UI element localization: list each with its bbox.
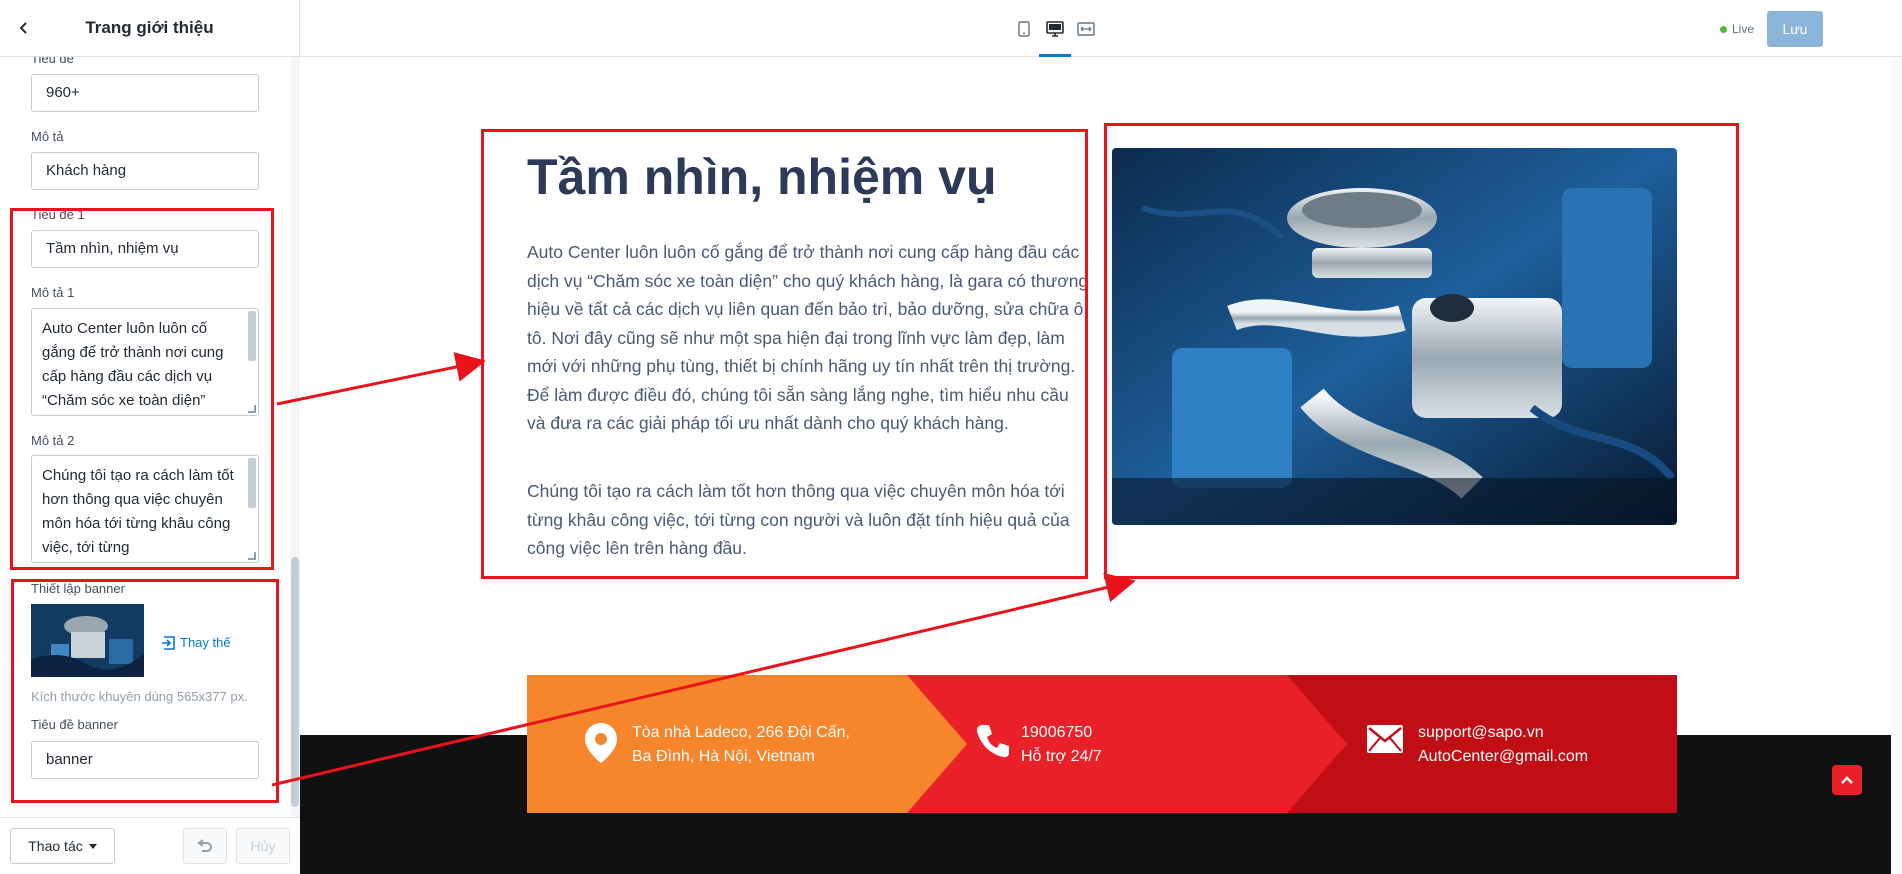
preview-canvas: Tầm nhìn, nhiệm vụ Auto Center luôn luôn… — [300, 57, 1891, 874]
save-button[interactable]: Lưu — [1767, 11, 1823, 47]
desktop-icon[interactable] — [1045, 19, 1065, 39]
description2-text: Chúng tôi tạo ra cách làm tốt hơn thông … — [42, 467, 234, 556]
textarea-scrollbar[interactable] — [248, 458, 256, 508]
phone-icon — [975, 723, 1011, 764]
banner-settings-label: Thiết lập banner — [31, 581, 125, 596]
address-segment: Tòa nhà Ladeco, 266 Đội Cấn, Ba Đình, Hà… — [527, 675, 967, 813]
editor-topbar: Live Lưu — [300, 0, 1902, 57]
phone-text: 19006750 Hỗ trợ 24/7 — [1021, 721, 1102, 769]
sidebar-header: Trang giới thiệu — [0, 0, 299, 57]
description2-textarea[interactable]: Chúng tôi tạo ra cách làm tốt hơn thông … — [31, 455, 259, 563]
resize-handle-icon[interactable] — [248, 552, 256, 560]
banner-thumbnail[interactable] — [31, 604, 144, 677]
support-hours: Hỗ trợ 24/7 — [1021, 748, 1102, 765]
phone-number: 19006750 — [1021, 724, 1093, 741]
title-input[interactable]: 960+ — [31, 74, 259, 112]
description1-text: Auto Center luôn luôn cố gắng để trở thà… — [42, 320, 224, 409]
contact-band: Tòa nhà Ladeco, 266 Đội Cấn, Ba Đình, Hà… — [527, 675, 1677, 813]
address-line-2: Ba Đình, Hà Nội, Vietnam — [632, 748, 815, 765]
description2-label: Mô tả 2 — [31, 433, 75, 448]
address-text: Tòa nhà Ladeco, 266 Đội Cấn, Ba Đình, Hà… — [632, 721, 850, 769]
sidebar-scroll-thumb[interactable] — [291, 557, 299, 807]
email-text: support@sapo.vn AutoCenter@gmail.com — [1418, 721, 1588, 769]
live-label: Live — [1732, 22, 1755, 36]
textarea-scrollbar[interactable] — [248, 311, 256, 361]
sidebar-footer: Thao tác Hủy — [0, 817, 300, 874]
back-arrow-icon[interactable] — [12, 16, 36, 40]
mobile-icon[interactable] — [1014, 19, 1034, 39]
preview-scrollbar[interactable] — [1891, 57, 1902, 874]
email-address-1[interactable]: support@sapo.vn — [1418, 721, 1588, 745]
sidebar-form: Tiêu đề 960+ Mô tả Khách hàng Tiêu đề 1 … — [0, 57, 280, 817]
fullwidth-icon[interactable] — [1076, 19, 1096, 39]
banner-image[interactable] — [1112, 148, 1677, 525]
sidebar-scrollbar[interactable] — [290, 57, 300, 817]
description-label: Mô tả — [31, 129, 64, 144]
settings-sidebar: Trang giới thiệu Tiêu đề 960+ Mô tả Khác… — [0, 0, 300, 874]
section-paragraph-2[interactable]: Chúng tôi tạo ra cách làm tốt hơn thông … — [527, 477, 1092, 563]
description1-textarea[interactable]: Auto Center luôn luôn cố gắng để trở thà… — [31, 308, 259, 416]
title1-input[interactable]: Tầm nhìn, nhiệm vụ — [31, 230, 259, 268]
engine-photo-icon — [1112, 148, 1677, 525]
undo-icon — [197, 839, 212, 852]
engine-image-icon — [31, 604, 144, 677]
cancel-button[interactable]: Hủy — [236, 828, 290, 864]
address-line-1: Tòa nhà Ladeco, 266 Đội Cấn, — [632, 724, 850, 741]
banner-title-label: Tiêu đề banner — [31, 717, 118, 732]
section-heading[interactable]: Tầm nhìn, nhiệm vụ — [527, 148, 996, 206]
title-label: Tiêu đề — [31, 57, 74, 66]
title1-label: Tiêu đề 1 — [31, 207, 85, 222]
chevron-up-icon — [1841, 776, 1853, 784]
email-address-2[interactable]: AutoCenter@gmail.com — [1418, 745, 1588, 769]
sidebar-title: Trang giới thiệu — [85, 18, 214, 37]
location-pin-icon — [585, 723, 617, 768]
description1-label: Mô tả 1 — [31, 285, 75, 300]
description-input[interactable]: Khách hàng — [31, 152, 259, 190]
phone-segment: 19006750 Hỗ trợ 24/7 — [907, 675, 1347, 813]
section-paragraph-1[interactable]: Auto Center luôn luôn cố gắng để trở thà… — [527, 238, 1092, 438]
banner-title-input[interactable]: banner — [31, 741, 259, 779]
undo-button[interactable] — [183, 828, 227, 864]
scroll-to-top-button[interactable] — [1832, 765, 1862, 795]
replace-label: Thay thế — [180, 635, 231, 650]
actions-label: Thao tác — [28, 838, 83, 854]
replace-banner-link[interactable]: Thay thế — [162, 635, 231, 650]
live-status: Live — [1720, 22, 1754, 36]
actions-dropdown-button[interactable]: Thao tác — [10, 828, 115, 864]
envelope-icon — [1367, 725, 1403, 758]
banner-size-hint: Kích thước khuyên dùng 565x377 px. — [31, 689, 248, 704]
caret-down-icon — [88, 843, 97, 849]
live-dot-icon — [1720, 25, 1727, 33]
resize-handle-icon[interactable] — [248, 405, 256, 413]
replace-icon — [162, 635, 175, 650]
